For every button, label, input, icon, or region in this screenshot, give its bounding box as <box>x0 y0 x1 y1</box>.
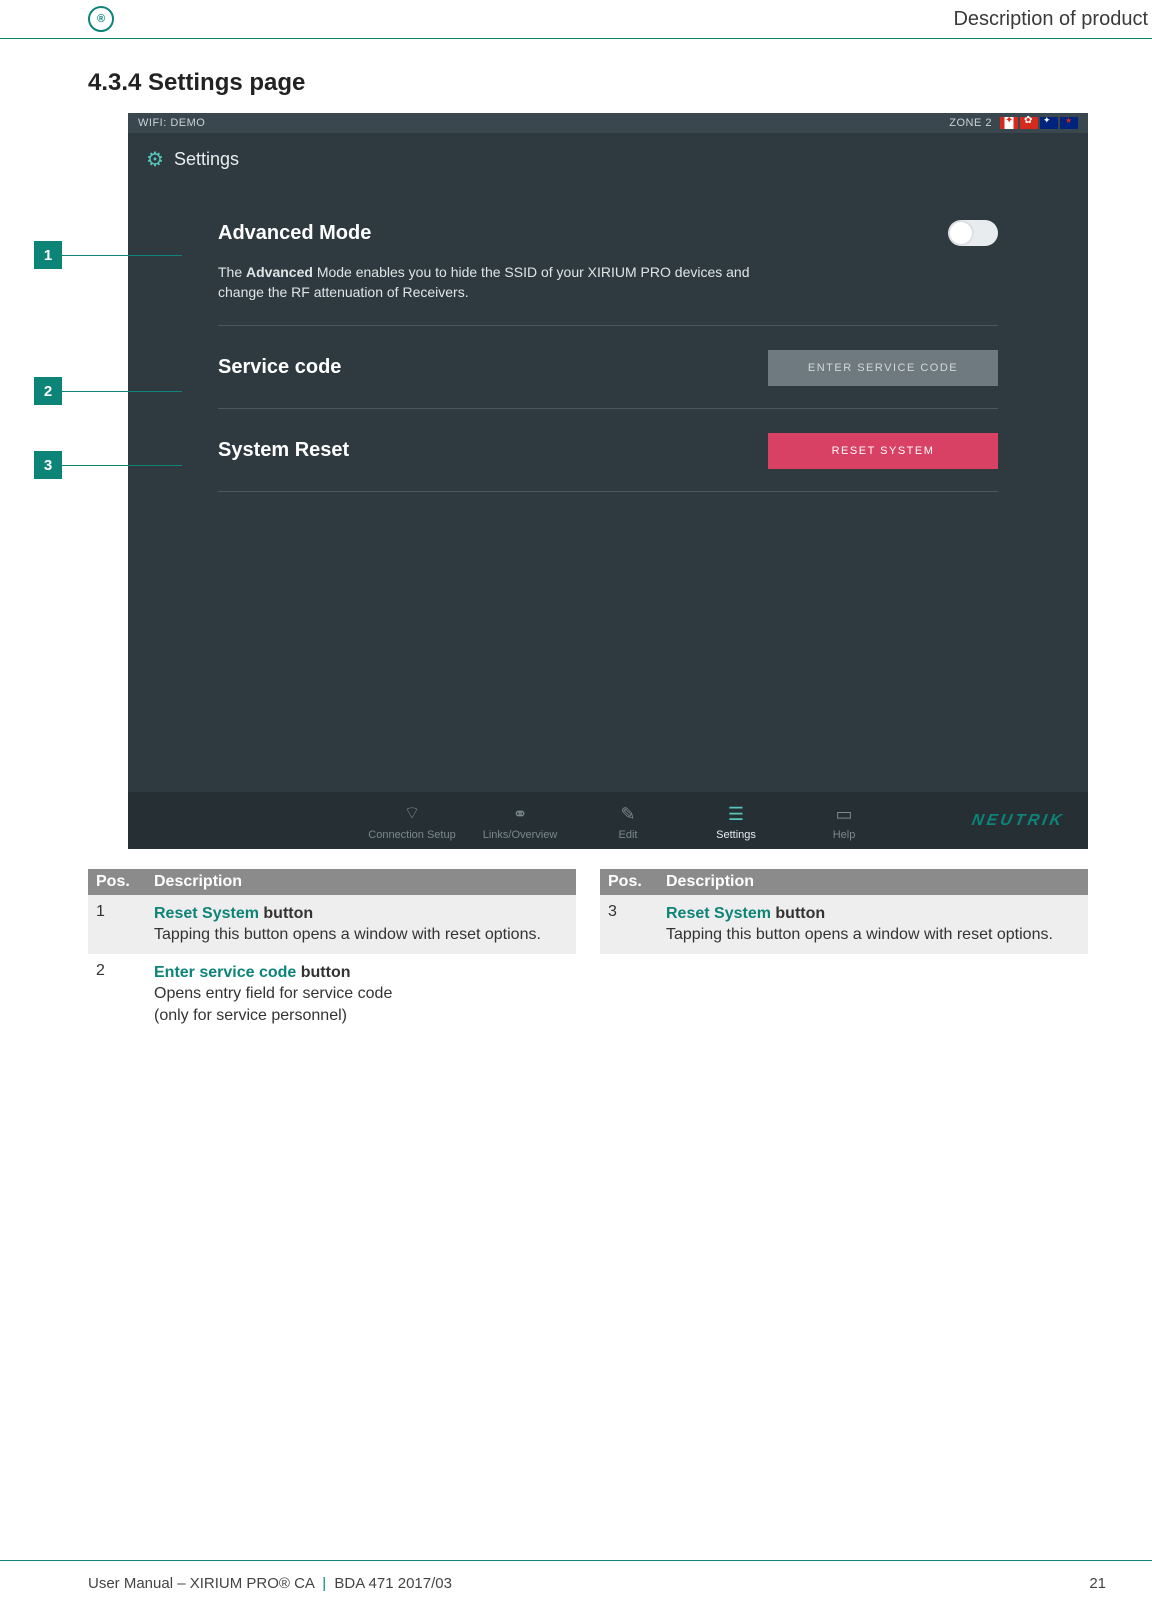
setting-system-reset: System Reset RESET SYSTEM <box>218 409 998 492</box>
app-title-row: ⚙ Settings <box>128 133 1088 196</box>
header-desc: Description <box>146 869 576 895</box>
cell-pos: 2 <box>88 954 146 1035</box>
callout-leader-line <box>62 465 182 466</box>
setting-advanced-mode: Advanced Mode The Advanced Mode enables … <box>218 196 998 326</box>
desc-body: (only for service personnel) <box>154 1007 347 1024</box>
cell-desc: Reset System button Tapping this button … <box>146 895 576 954</box>
footer-separator: | <box>318 1575 330 1592</box>
help-icon: ▭ <box>790 804 898 825</box>
nav-edit[interactable]: ✎ Edit <box>574 804 682 841</box>
status-right-group: ZONE 2 <box>949 117 1078 129</box>
callout-3: 3 <box>34 451 182 479</box>
header-desc: Description <box>658 869 1088 895</box>
section-title: 4.3.4 Settings page <box>88 69 1152 97</box>
brand-logo-icon: ® <box>88 6 114 32</box>
desc-title-rest: button <box>259 905 313 922</box>
nav-help[interactable]: ▭ Help <box>790 804 898 841</box>
app-title: Settings <box>174 149 239 170</box>
footer-docid: BDA 471 2017/03 <box>334 1575 452 1592</box>
nav-label: Edit <box>619 829 638 841</box>
page-footer: User Manual – XIRIUM PRO® CA | BDA 471 2… <box>0 1560 1152 1592</box>
advanced-mode-title: Advanced Mode <box>218 222 371 245</box>
header-pos: Pos. <box>600 869 658 895</box>
callout-badge: 3 <box>34 451 62 479</box>
desc-body: Tapping this button opens a window with … <box>154 926 541 943</box>
nav-label: Connection Setup <box>368 829 455 841</box>
callout-leader-line <box>62 391 182 392</box>
desc-title-rest: button <box>296 964 350 981</box>
advanced-mode-desc: The Advanced Mode enables you to hide th… <box>218 262 778 303</box>
description-table-right: Pos. Description 3 Reset System button T… <box>600 869 1088 1035</box>
header-section-label: Description of product <box>953 8 1148 31</box>
nav-settings[interactable]: ☰ Settings <box>682 804 790 841</box>
screenshot-container: 1 2 3 WIFI: DEMO ZONE 2 <box>88 113 1088 849</box>
app-status-bar: WIFI: DEMO ZONE 2 <box>128 113 1088 133</box>
edit-icon: ✎ <box>574 804 682 825</box>
service-code-title: Service code <box>218 356 341 379</box>
reset-system-button[interactable]: RESET SYSTEM <box>768 433 998 469</box>
table-header: Pos. Description <box>600 869 1088 895</box>
cell-desc: Reset System button Tapping this button … <box>658 895 1088 954</box>
flag-ca-icon <box>1000 117 1018 129</box>
wifi-icon: ⌔ <box>358 802 466 825</box>
enter-service-code-button[interactable]: ENTER SERVICE CODE <box>768 350 998 386</box>
app-screenshot: WIFI: DEMO ZONE 2 ⚙ Settings Advanced Mo… <box>128 113 1088 849</box>
system-reset-title: System Reset <box>218 439 349 462</box>
callout-layer: 1 2 3 <box>34 113 88 849</box>
table-row: 3 Reset System button Tapping this butto… <box>600 895 1088 954</box>
callout-badge: 1 <box>34 241 62 269</box>
desc-text-bold: Advanced <box>246 264 313 280</box>
desc-body: Tapping this button opens a window with … <box>666 926 1053 943</box>
cell-desc: Enter service code button Opens entry fi… <box>146 954 576 1035</box>
footer-product: User Manual – XIRIUM PRO® CA <box>88 1575 314 1592</box>
desc-title-colored: Reset System <box>666 905 771 922</box>
table-header: Pos. Description <box>88 869 576 895</box>
callout-badge: 2 <box>34 377 62 405</box>
region-flags <box>1000 117 1078 129</box>
cell-pos: 1 <box>88 895 146 954</box>
brand-logo-text: NEUTRIK <box>970 812 1065 830</box>
table-row: 2 Enter service code button Opens entry … <box>88 954 576 1035</box>
nav-label: Links/Overview <box>483 829 558 841</box>
links-icon: ⚭ <box>466 804 574 825</box>
description-tables: Pos. Description 1 Reset System button T… <box>88 869 1088 1035</box>
nav-links-overview[interactable]: ⚭ Links/Overview <box>466 804 574 841</box>
advanced-mode-toggle[interactable] <box>948 220 998 246</box>
desc-text: The <box>218 264 246 280</box>
callout-1: 1 <box>34 241 182 269</box>
zone-label: ZONE 2 <box>949 117 992 129</box>
flag-au-icon <box>1040 117 1058 129</box>
table-row: 1 Reset System button Tapping this butto… <box>88 895 576 954</box>
wifi-status-label: WIFI: DEMO <box>138 117 205 129</box>
page-number: 21 <box>1089 1575 1106 1592</box>
cell-pos: 3 <box>600 895 658 954</box>
desc-title-colored: Enter service code <box>154 964 296 981</box>
flag-hk-icon <box>1020 117 1038 129</box>
sliders-icon: ⚙ <box>146 147 160 172</box>
nav-connection-setup[interactable]: ⌔ Connection Setup <box>358 802 466 841</box>
page-header: ® Description of product <box>0 0 1152 39</box>
desc-title-colored: Reset System <box>154 905 259 922</box>
app-content: Advanced Mode The Advanced Mode enables … <box>128 196 1088 792</box>
callout-leader-line <box>62 255 182 256</box>
toggle-knob-icon <box>950 222 972 244</box>
content-spacer <box>218 492 998 792</box>
desc-body: Opens entry field for service code <box>154 985 392 1002</box>
nav-label: Settings <box>716 829 756 841</box>
callout-2: 2 <box>34 377 182 405</box>
desc-title-rest: button <box>771 905 825 922</box>
flag-nz-icon <box>1060 117 1078 129</box>
app-bottom-nav: ⌔ Connection Setup ⚭ Links/Overview ✎ Ed… <box>128 792 1088 849</box>
header-pos: Pos. <box>88 869 146 895</box>
setting-service-code: Service code ENTER SERVICE CODE <box>218 326 998 409</box>
footer-doc-info: User Manual – XIRIUM PRO® CA | BDA 471 2… <box>88 1575 452 1592</box>
settings-icon: ☰ <box>682 804 790 825</box>
nav-label: Help <box>833 829 856 841</box>
description-table-left: Pos. Description 1 Reset System button T… <box>88 869 576 1035</box>
